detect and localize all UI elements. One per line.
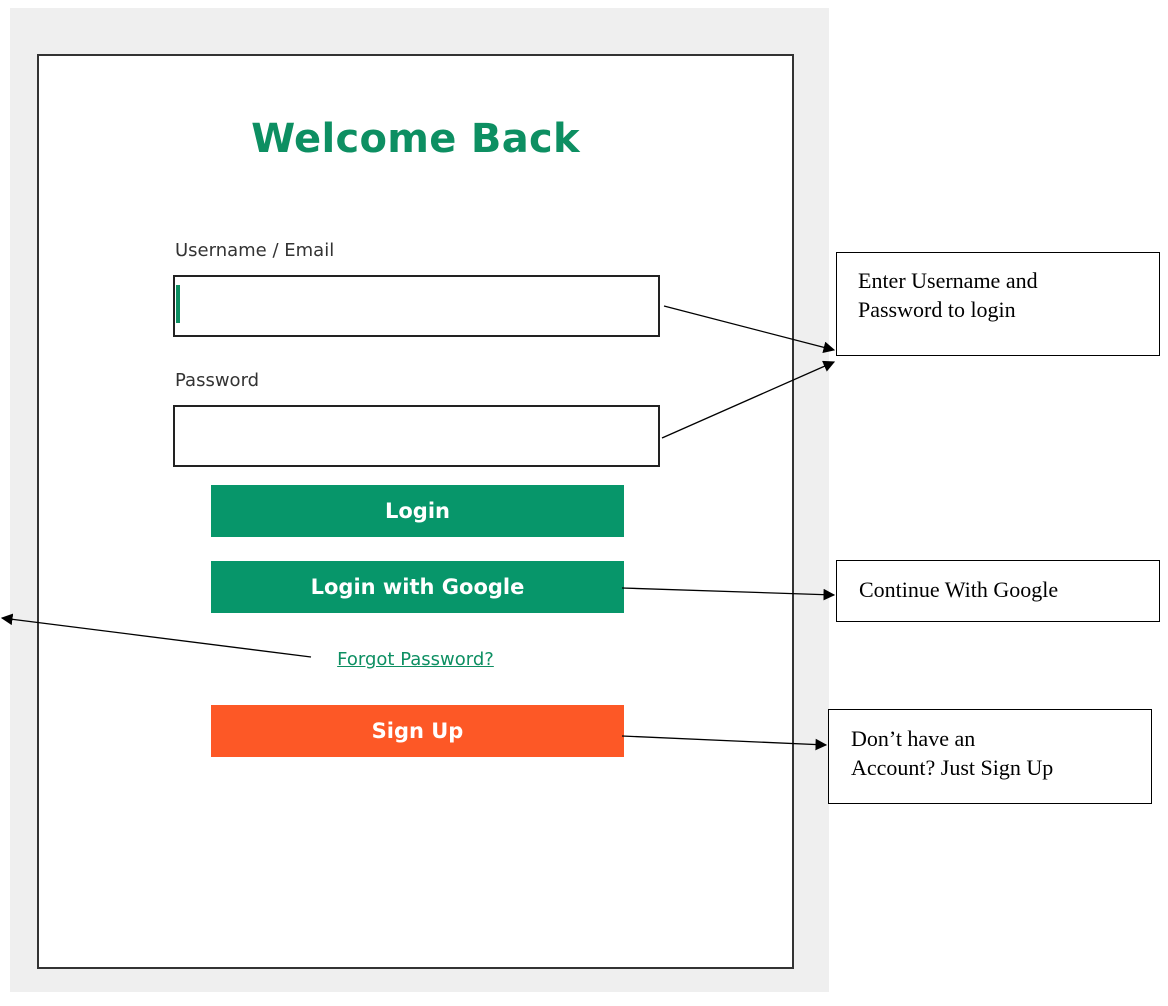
username-arrow xyxy=(663,305,836,354)
password-arrow xyxy=(661,360,836,439)
google-arrow xyxy=(621,587,836,601)
signup-arrow xyxy=(621,735,828,751)
forgot-password-arrow xyxy=(0,613,312,658)
annotation-arrows xyxy=(0,305,836,751)
